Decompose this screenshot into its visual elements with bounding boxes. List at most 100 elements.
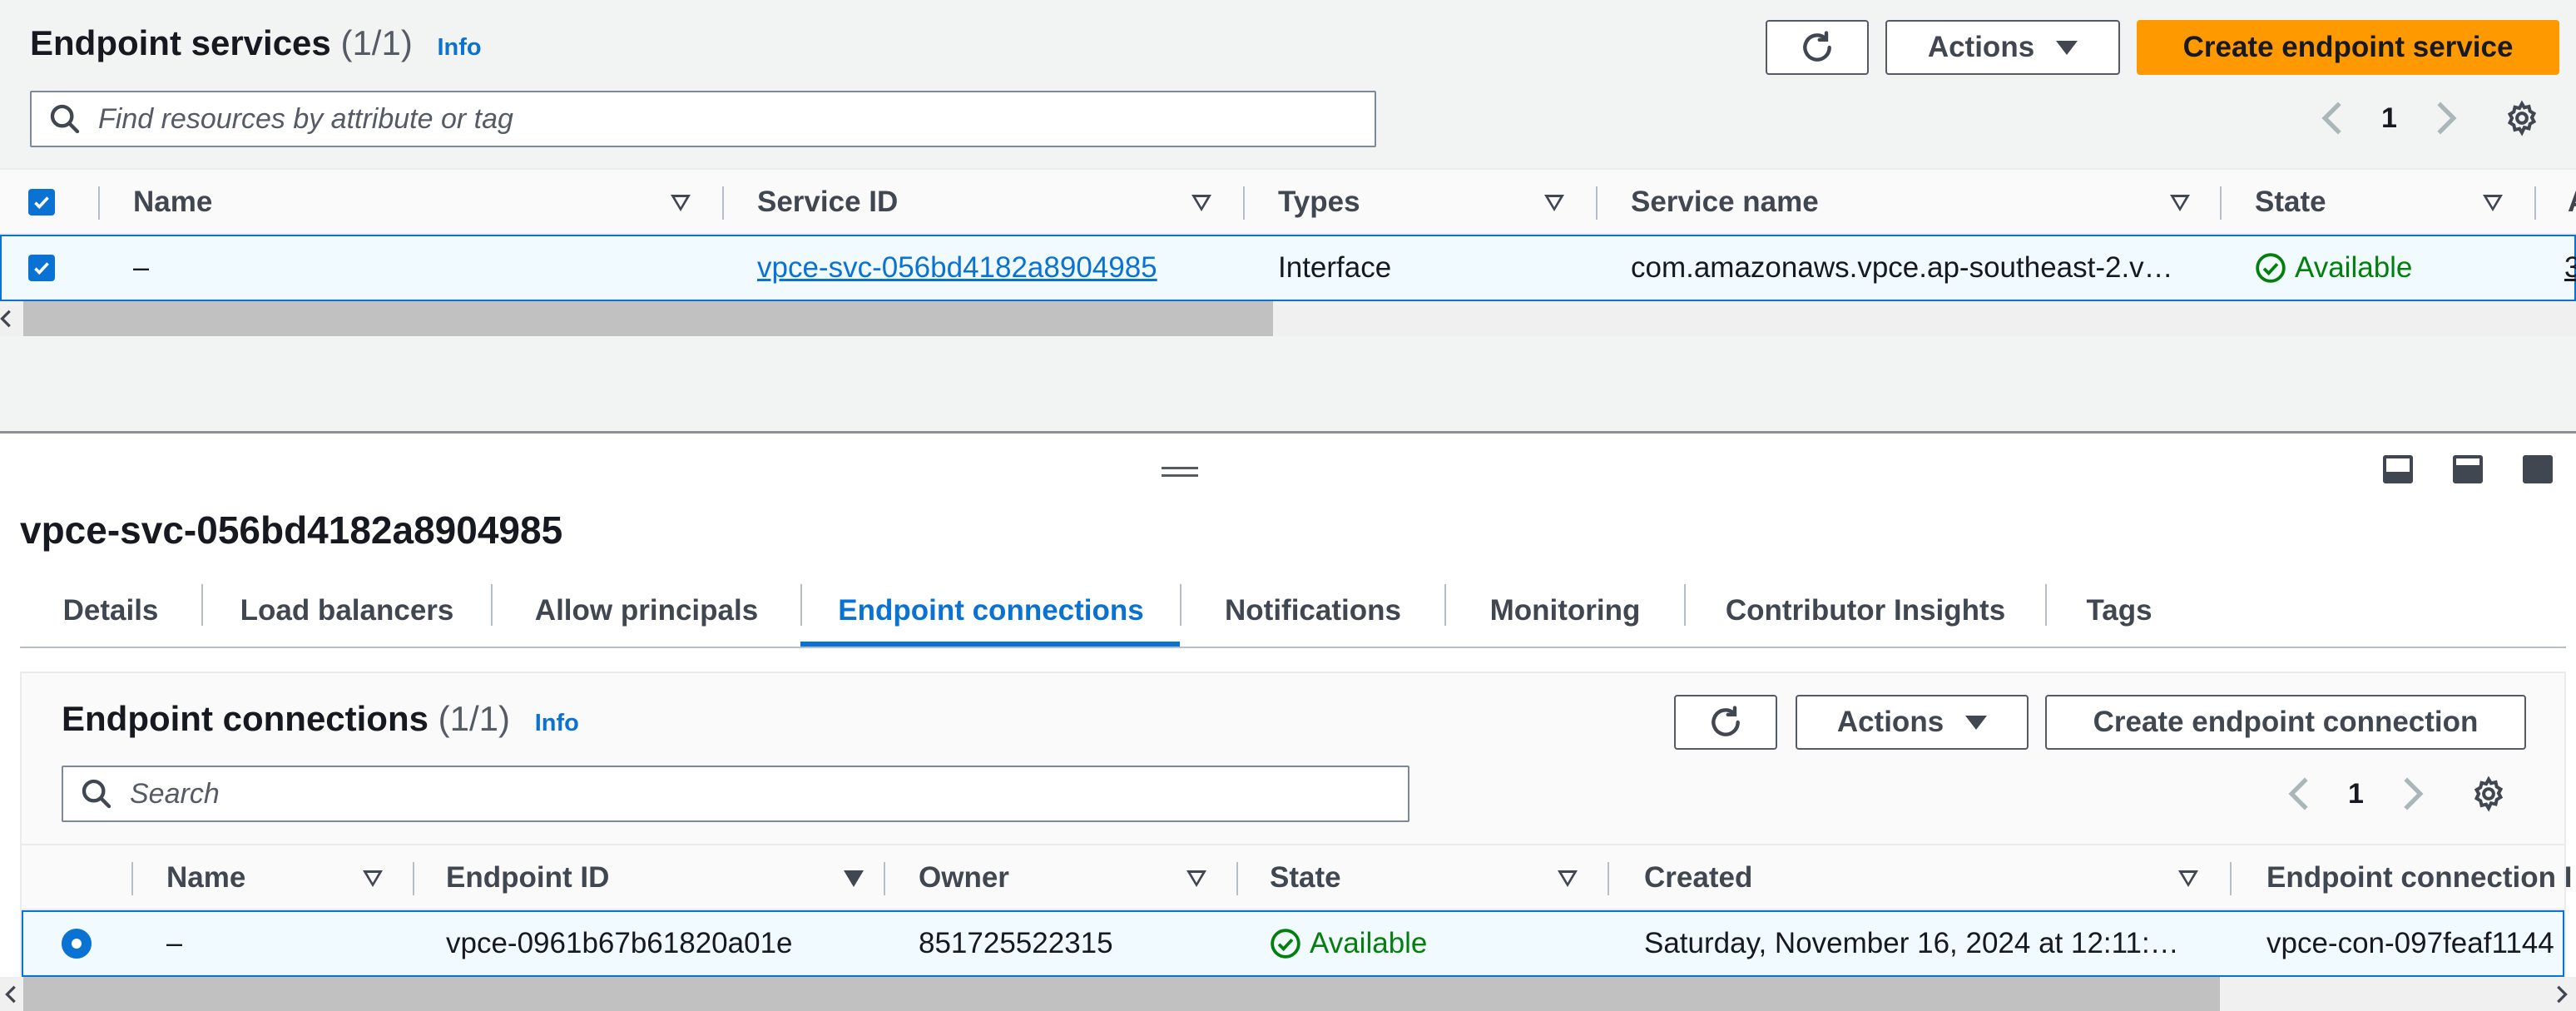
cell-connection-id: vpce-con-097feaf1144 [2266, 927, 2554, 959]
services-table-header: Name Service ID Types Service name State… [0, 168, 2576, 235]
chevron-left-icon[interactable] [2286, 776, 2311, 812]
actions-label: Actions [1927, 31, 2035, 63]
sort-icon[interactable] [2170, 195, 2190, 211]
column-header-connection-id[interactable]: Endpoint connection I [2266, 845, 2572, 910]
page-number[interactable]: 1 [2381, 102, 2397, 135]
endpoint-services-heading: Endpoint services (1/1) Info [30, 23, 482, 63]
split-bottom-icon[interactable] [2383, 455, 2413, 483]
column-header-state[interactable]: State [1270, 845, 1341, 910]
state-text: Available [1310, 927, 1428, 959]
scroll-left-arrow-icon[interactable] [5, 985, 18, 1004]
page-number[interactable]: 1 [2348, 778, 2364, 810]
create-connection-label: Create endpoint connection [2093, 706, 2479, 738]
table-row[interactable]: – vpce-svc-056bd4182a8904985 Interface c… [0, 235, 2576, 301]
column-header-service-name[interactable]: Service name [1631, 170, 1819, 235]
column-header-owner[interactable]: Owner [919, 845, 1009, 910]
scroll-right-arrow-icon[interactable] [2554, 985, 2568, 1004]
service-id-link[interactable]: vpce-svc-056bd4182a8904985 [757, 251, 1157, 285]
chevron-right-icon[interactable] [2400, 776, 2425, 812]
info-link[interactable]: Info [437, 34, 481, 61]
column-header-service-id[interactable]: Service ID [757, 170, 898, 235]
sort-icon[interactable] [2483, 195, 2503, 211]
create-label: Create endpoint service [2182, 31, 2514, 63]
table-row[interactable]: – vpce-0961b67b61820a01e 851725522315 Av… [22, 910, 2564, 977]
pagination: 1 [2320, 100, 2540, 136]
state-text: Available [2295, 251, 2413, 284]
tab-details[interactable]: Details [20, 574, 201, 647]
refresh-icon [1712, 706, 1740, 736]
sort-icon[interactable] [1558, 870, 1578, 887]
row-select-cell[interactable] [28, 236, 55, 300]
column-header-truncated[interactable]: A [2568, 170, 2576, 235]
search-input[interactable] [98, 102, 1307, 136]
sort-icon[interactable] [2178, 870, 2198, 887]
split-full-icon[interactable] [2523, 455, 2553, 483]
create-endpoint-service-button[interactable]: Create endpoint service [2137, 20, 2559, 75]
search-icon [82, 779, 111, 809]
actions-button[interactable]: Actions [1796, 695, 2029, 750]
tab-contributor-insights[interactable]: Contributor Insights [1686, 574, 2045, 647]
sort-icon[interactable] [1186, 870, 1206, 887]
panel-splitter[interactable] [0, 431, 2576, 434]
cell-service-name: com.amazonaws.vpce.ap-southeast-2.v… [1631, 251, 2173, 284]
tab-load-balancers[interactable]: Load balancers [203, 574, 491, 647]
tab-allow-principals[interactable]: Allow principals [493, 574, 800, 647]
info-link[interactable]: Info [535, 710, 579, 736]
refresh-icon [1803, 31, 1831, 62]
gear-icon[interactable] [2504, 100, 2540, 136]
connections-search[interactable] [62, 766, 1409, 822]
caret-down-icon [2056, 40, 2078, 55]
refresh-button[interactable] [1766, 20, 1869, 75]
tab-tags[interactable]: Tags [2047, 574, 2192, 647]
sort-icon[interactable] [1544, 195, 1564, 211]
chevron-right-icon[interactable] [2434, 100, 2459, 136]
gear-icon[interactable] [2470, 776, 2507, 812]
select-all-cell[interactable] [28, 170, 55, 235]
tab-notifications[interactable]: Notifications [1181, 574, 1444, 647]
cell-state: Available [2255, 236, 2412, 300]
refresh-button[interactable] [1674, 695, 1777, 750]
cell-owner: 851725522315 [919, 927, 1113, 959]
column-header-types[interactable]: Types [1278, 170, 1360, 235]
select-all-checkbox[interactable] [28, 189, 55, 216]
connections-title: Endpoint connections [62, 699, 429, 738]
row-radio[interactable] [62, 929, 92, 959]
search-input[interactable] [130, 777, 1340, 810]
actions-label: Actions [1836, 706, 1944, 738]
cell-truncated: 3 [2564, 251, 2576, 284]
search-icon [50, 104, 80, 134]
cell-state: Available [1270, 912, 1427, 975]
horizontal-scrollbar[interactable] [0, 301, 2576, 336]
sort-icon[interactable] [671, 195, 691, 211]
resource-search[interactable] [30, 91, 1376, 147]
column-header-endpoint-id[interactable]: Endpoint ID [446, 845, 609, 910]
scroll-left-arrow-icon[interactable] [0, 310, 13, 328]
column-header-name[interactable]: Name [133, 170, 212, 235]
row-checkbox[interactable] [28, 255, 55, 281]
sort-descending-icon[interactable] [844, 870, 864, 887]
column-header-created[interactable]: Created [1644, 845, 1752, 910]
row-select-cell[interactable] [62, 912, 92, 975]
resource-title: vpce-svc-056bd4182a8904985 [20, 508, 563, 552]
sort-icon[interactable] [363, 870, 383, 887]
cell-service-id: vpce-svc-056bd4182a8904985 [757, 236, 1157, 300]
cell-created: Saturday, November 16, 2024 at 12:11:… [1644, 927, 2179, 959]
drag-handle-icon[interactable] [1162, 467, 1198, 469]
chevron-left-icon[interactable] [2320, 100, 2345, 136]
actions-button[interactable]: Actions [1885, 20, 2120, 75]
column-header-state[interactable]: State [2255, 170, 2326, 235]
scrollbar-thumb[interactable] [23, 301, 1273, 336]
tabs-divider [20, 647, 2566, 648]
sort-icon[interactable] [1191, 195, 1211, 211]
tab-monitoring[interactable]: Monitoring [1446, 574, 1684, 647]
column-header-name[interactable]: Name [166, 845, 245, 910]
split-side-icon[interactable] [2453, 455, 2483, 483]
drag-handle-icon[interactable] [1162, 474, 1198, 477]
horizontal-scrollbar[interactable] [0, 977, 2576, 1011]
create-endpoint-connection-button[interactable]: Create endpoint connection [2045, 695, 2526, 750]
scrollbar-thumb[interactable] [23, 977, 2220, 1011]
tab-endpoint-connections[interactable]: Endpoint connections [802, 574, 1180, 647]
cell-endpoint-id: vpce-0961b67b61820a01e [446, 927, 793, 959]
connections-count: (1/1) [438, 699, 511, 738]
resource-count: (1/1) [340, 23, 413, 62]
